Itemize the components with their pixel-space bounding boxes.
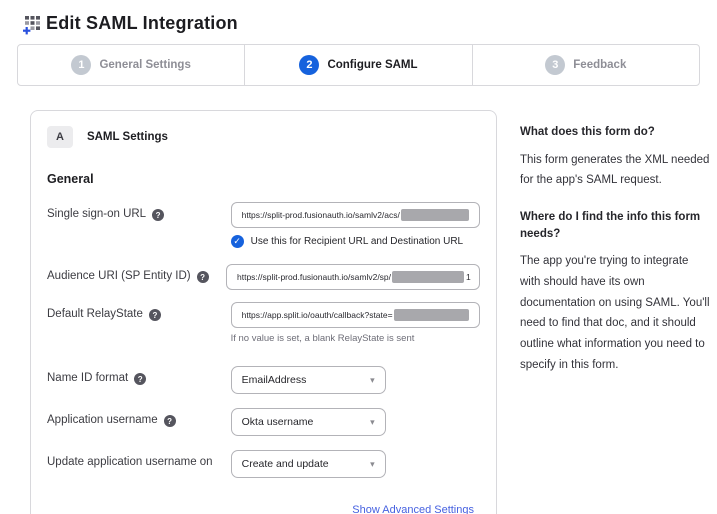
input-value: https://split-prod.fusionauth.io/samlv2/… — [237, 272, 391, 282]
input-value: https://split-prod.fusionauth.io/samlv2/… — [242, 210, 400, 220]
step-label: General Settings — [99, 59, 190, 71]
checkbox-checked-icon[interactable]: ✓ — [231, 235, 244, 248]
input-value-suffix: 1 — [466, 272, 471, 282]
field-label: Update application username on — [47, 450, 231, 478]
help-icon[interactable]: ? — [149, 309, 161, 321]
field-hint: If no value is set, a blank RelayState i… — [231, 333, 480, 344]
field-label-text: Default RelayState — [47, 308, 143, 320]
recipient-url-checkbox[interactable]: ✓ Use this for Recipient URL and Destina… — [231, 235, 480, 248]
default-relaystate-input[interactable]: https://app.split.io/oauth/callback?stat… — [231, 302, 480, 328]
step-number: 2 — [299, 55, 319, 75]
step-label: Feedback — [573, 59, 626, 71]
wizard-steps: 1 General Settings 2 Configure SAML 3 Fe… — [17, 44, 700, 86]
section-header: A SAML Settings — [47, 126, 480, 148]
name-id-format-select[interactable]: EmailAddress ▾ — [231, 366, 386, 394]
redacted-value — [401, 209, 469, 221]
main-content: A SAML Settings General Single sign-on U… — [30, 110, 717, 514]
help-icon[interactable]: ? — [197, 271, 209, 283]
section-badge: A — [47, 126, 73, 148]
select-value: EmailAddress — [242, 374, 307, 386]
subsection-title: General — [47, 172, 480, 186]
help-sidebar: What does this form do? This form genera… — [520, 110, 710, 394]
show-advanced-settings-link[interactable]: Show Advanced Settings — [352, 504, 474, 514]
field-row-update-username-on: Update application username on Create an… — [47, 450, 480, 478]
caret-down-icon: ▾ — [370, 417, 375, 428]
field-label-text: Update application username on — [47, 456, 213, 468]
step-general-settings[interactable]: 1 General Settings — [18, 45, 244, 85]
caret-down-icon: ▾ — [370, 459, 375, 470]
input-value: https://app.split.io/oauth/callback?stat… — [242, 310, 393, 320]
field-label-text: Single sign-on URL — [47, 208, 146, 220]
step-number: 3 — [545, 55, 565, 75]
application-username-select[interactable]: Okta username ▾ — [231, 408, 386, 436]
help-body: This form generates the XML needed for t… — [520, 150, 710, 191]
caret-down-icon: ▾ — [370, 375, 375, 386]
redacted-value — [394, 309, 469, 321]
help-icon[interactable]: ? — [164, 415, 176, 427]
field-row-application-username: Application username ? Okta username ▾ — [47, 408, 480, 436]
advanced-settings-row: Show Advanced Settings — [47, 500, 480, 514]
field-label: Single sign-on URL ? — [47, 202, 231, 248]
field-label: Name ID format ? — [47, 366, 231, 394]
redacted-value — [392, 271, 464, 283]
field-row-sso-url: Single sign-on URL ? https://split-prod.… — [47, 202, 480, 248]
field-row-name-id-format: Name ID format ? EmailAddress ▾ — [47, 366, 480, 394]
field-row-default-relaystate: Default RelayState ? https://app.split.i… — [47, 302, 480, 344]
step-label: Configure SAML — [327, 59, 417, 71]
checkbox-label: Use this for Recipient URL and Destinati… — [251, 236, 464, 247]
update-username-on-select[interactable]: Create and update ▾ — [231, 450, 386, 478]
help-heading: Where do I find the info this form needs… — [520, 209, 710, 242]
field-label-text: Audience URI (SP Entity ID) — [47, 270, 191, 282]
sso-url-input[interactable]: https://split-prod.fusionauth.io/samlv2/… — [231, 202, 480, 228]
help-icon[interactable]: ? — [134, 373, 146, 385]
field-label-text: Application username — [47, 414, 158, 426]
field-label: Application username ? — [47, 408, 231, 436]
field-label-text: Name ID format — [47, 372, 128, 384]
field-row-audience-uri: Audience URI (SP Entity ID) ? https://sp… — [47, 264, 480, 290]
apps-grid-add-icon — [22, 15, 42, 35]
help-icon[interactable]: ? — [152, 209, 164, 221]
help-heading: What does this form do? — [520, 124, 710, 141]
field-label: Default RelayState ? — [47, 302, 231, 344]
step-number: 1 — [71, 55, 91, 75]
section-title: SAML Settings — [87, 131, 168, 143]
saml-settings-card: A SAML Settings General Single sign-on U… — [30, 110, 497, 514]
audience-uri-input[interactable]: https://split-prod.fusionauth.io/samlv2/… — [226, 264, 480, 290]
step-feedback[interactable]: 3 Feedback — [472, 45, 699, 85]
field-label: Audience URI (SP Entity ID) ? — [47, 264, 226, 290]
page-header: Edit SAML Integration — [0, 0, 717, 34]
help-body: The app you're trying to integrate with … — [520, 251, 710, 375]
page-title: Edit SAML Integration — [46, 13, 238, 34]
select-value: Create and update — [242, 458, 329, 470]
step-configure-saml[interactable]: 2 Configure SAML — [244, 45, 471, 85]
select-value: Okta username — [242, 416, 314, 428]
